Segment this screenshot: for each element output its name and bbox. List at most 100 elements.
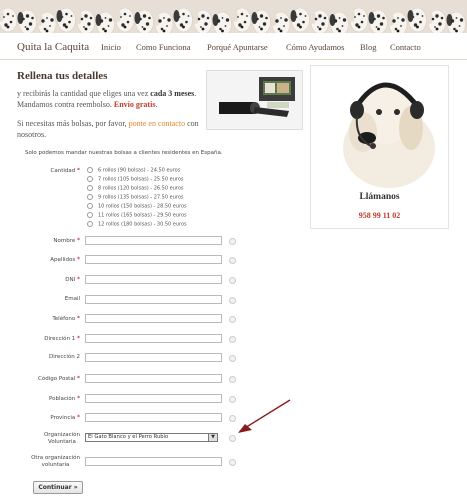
poblacion-label-text: Población bbox=[48, 396, 76, 402]
contact-text-a: Si necesitas más bolsas, por favor, bbox=[17, 119, 129, 128]
cantidad-option-7[interactable]: 7 rollos (105 bolsas) - 25.50 euros bbox=[87, 176, 183, 183]
contact-link[interactable]: ponte en contacto bbox=[129, 119, 185, 128]
required-marker: * bbox=[77, 256, 80, 263]
direccion1-label: Dirección 1 * bbox=[44, 335, 80, 342]
help-icon[interactable] bbox=[229, 336, 236, 343]
help-icon[interactable] bbox=[229, 277, 236, 284]
nav-item-como-ayudamos[interactable]: Cómo Ayudamos bbox=[286, 42, 345, 52]
nombre-label: Nombre * bbox=[53, 237, 80, 244]
header-banner bbox=[0, 0, 467, 33]
cantidad-option-9[interactable]: 9 rollos (135 bolsas) - 27.50 euros bbox=[87, 194, 183, 201]
codigo-postal-label: Código Postal * bbox=[38, 375, 80, 382]
intro-paragraph: y recibirás la cantidad que eliges una v… bbox=[17, 88, 207, 110]
apellidos-input[interactable] bbox=[85, 255, 222, 264]
intro-text-a: y recibirás la cantidad que eliges una v… bbox=[17, 89, 151, 98]
codigo-postal-input[interactable] bbox=[85, 374, 222, 383]
radio-button[interactable] bbox=[87, 203, 93, 209]
provincia-label: Provincia * bbox=[50, 414, 80, 421]
help-icon[interactable] bbox=[229, 238, 236, 245]
nav-item-como-funciona[interactable]: Como Funciona bbox=[136, 42, 191, 52]
nav-item-inicio[interactable]: Inicio bbox=[101, 42, 121, 52]
help-icon[interactable] bbox=[229, 355, 236, 362]
required-marker: * bbox=[77, 414, 80, 421]
call-us-title: Llámanos bbox=[359, 192, 400, 202]
required-marker: * bbox=[77, 335, 80, 342]
option-label: 7 rollos (105 bolsas) - 25.50 euros bbox=[98, 176, 184, 183]
option-label: 10 rollos (150 bolsas) - 28.50 euros bbox=[98, 203, 187, 210]
direccion2-input[interactable] bbox=[85, 353, 222, 362]
radio-button[interactable] bbox=[87, 176, 93, 182]
continuar-button[interactable]: Continuar » bbox=[33, 481, 83, 494]
otra-organizacion-input[interactable] bbox=[85, 457, 222, 466]
help-icon[interactable] bbox=[229, 376, 236, 383]
dropdown-arrow-icon[interactable]: ▼ bbox=[208, 434, 217, 441]
contact-paragraph: Si necesitas más bolsas, por favor, pont… bbox=[17, 118, 207, 140]
required-marker: * bbox=[77, 395, 80, 402]
site-brand-link[interactable]: Quita la Caquita bbox=[17, 41, 89, 53]
required-marker: * bbox=[77, 276, 80, 283]
provincia-label-text: Provincia bbox=[50, 415, 76, 421]
radio-button[interactable] bbox=[87, 221, 93, 227]
dog-headset-image bbox=[311, 66, 448, 188]
dni-label: DNI * bbox=[65, 276, 80, 283]
organizacion-select[interactable]: El Gato Blanco y el Perro Rubio ▼ bbox=[85, 433, 218, 442]
help-icon[interactable] bbox=[229, 297, 236, 304]
dalmatian-banner-image bbox=[0, 0, 467, 33]
intro-text-frequency: cada 3 meses bbox=[150, 89, 195, 98]
cantidad-option-8[interactable]: 8 rollos (120 bolsas) - 26.50 euros bbox=[87, 185, 183, 192]
help-icon[interactable] bbox=[229, 316, 236, 323]
option-label: 11 rollos (165 bolsas) - 29.50 euros bbox=[98, 212, 187, 219]
radio-button[interactable] bbox=[87, 212, 93, 218]
radio-button[interactable] bbox=[87, 185, 93, 191]
email-label-text: Email bbox=[64, 296, 80, 302]
otra-organizacion-label-line2: voluntaria bbox=[41, 462, 70, 468]
intro-text-e: . bbox=[155, 100, 158, 109]
option-label: 8 rollos (120 bolsas) - 26.50 euros bbox=[98, 185, 184, 192]
nombre-input[interactable] bbox=[85, 236, 222, 245]
help-icon[interactable] bbox=[229, 257, 236, 264]
direccion2-label: Dirección 2 bbox=[49, 354, 80, 360]
nav-item-blog[interactable]: Blog bbox=[360, 42, 377, 52]
dni-input[interactable] bbox=[85, 275, 222, 284]
organizacion-selected-value: El Gato Blanco y el Perro Rubio bbox=[88, 434, 169, 440]
nav-item-porque-apuntarse[interactable]: Porqué Apuntarse bbox=[207, 42, 268, 52]
cantidad-label: Cantidad * bbox=[51, 167, 80, 174]
cantidad-option-12[interactable]: 12 rollos (180 bolsas) - 30.50 euros bbox=[87, 221, 187, 228]
organizacion-label-line1: Organización bbox=[43, 432, 80, 438]
call-us-phone[interactable]: 958 99 11 02 bbox=[311, 211, 448, 220]
cantidad-option-6[interactable]: 6 rollos (90 bolsas) - 24.50 euros bbox=[87, 167, 180, 174]
required-marker: * bbox=[77, 237, 80, 244]
organizacion-label-line2: Voluntaria bbox=[48, 439, 76, 445]
call-us-card: Llámanos 958 99 11 02 bbox=[310, 65, 449, 229]
otra-organizacion-label-line1: Otra organización bbox=[31, 455, 80, 461]
direccion2-label-text: Dirección 2 bbox=[49, 354, 80, 360]
email-label: Email bbox=[65, 296, 80, 302]
apellidos-label: Apellidos * bbox=[50, 256, 80, 263]
cantidad-option-11[interactable]: 11 rollos (165 bolsas) - 29.50 euros bbox=[87, 212, 187, 219]
telefono-input[interactable] bbox=[85, 314, 222, 323]
required-marker: * bbox=[77, 315, 80, 322]
provincia-input[interactable] bbox=[85, 413, 222, 422]
email-input[interactable] bbox=[85, 295, 222, 304]
radio-button[interactable] bbox=[87, 167, 93, 173]
otra-organizacion-label: Otra organización voluntaria bbox=[31, 455, 80, 469]
free-shipping-text: Envío gratis bbox=[113, 100, 156, 109]
option-label: 6 rollos (90 bolsas) - 24.50 euros bbox=[98, 167, 181, 174]
apellidos-label-text: Apellidos bbox=[50, 257, 76, 263]
help-icon[interactable] bbox=[229, 459, 236, 466]
codigo-postal-label-text: Código Postal bbox=[38, 376, 76, 382]
required-marker: * bbox=[77, 167, 80, 174]
required-marker: * bbox=[77, 375, 80, 382]
dni-label-text: DNI bbox=[65, 277, 76, 283]
direccion1-input[interactable] bbox=[85, 334, 222, 343]
radio-button[interactable] bbox=[87, 194, 93, 200]
cantidad-label-text: Cantidad bbox=[50, 168, 76, 174]
telefono-label: Teléfono * bbox=[52, 315, 80, 322]
nombre-label-text: Nombre bbox=[53, 238, 76, 244]
poblacion-label: Población * bbox=[49, 395, 80, 402]
cantidad-option-10[interactable]: 10 rollos (150 bolsas) - 28.50 euros bbox=[87, 203, 187, 210]
annotation-arrow-icon bbox=[238, 399, 291, 433]
shipping-notice: Solo podemos mandar nuestras bolsas a cl… bbox=[25, 150, 223, 156]
nav-item-contacto[interactable]: Contacto bbox=[390, 42, 421, 52]
poblacion-input[interactable] bbox=[85, 394, 222, 403]
